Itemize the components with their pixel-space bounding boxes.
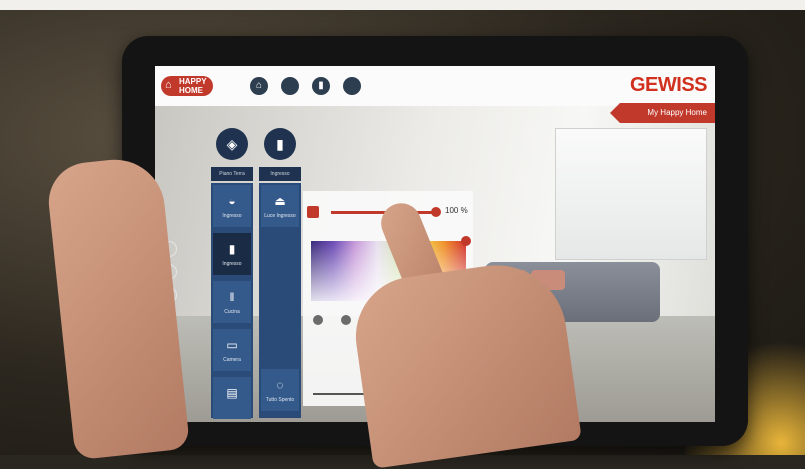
list-item[interactable]: ◌ Tutto Spento [261, 369, 299, 411]
right-hand [348, 256, 582, 469]
location-ribbon[interactable]: My Happy Home [610, 103, 715, 123]
door-icon[interactable]: ▮ [264, 128, 296, 160]
column-header-floor[interactable]: Piano Terra [211, 167, 253, 181]
brand-logo: GEWISS [629, 74, 708, 96]
list-item-label: Cucina [224, 309, 240, 315]
list-item[interactable]: ⏏ Luce Ingresso [261, 185, 299, 227]
door-icon[interactable]: ▮ [312, 77, 330, 95]
home-icon[interactable]: ⌂ [250, 77, 268, 95]
ceiling-lamp-icon: ⏏ [274, 194, 286, 208]
lamp-icon: ◒ [228, 194, 236, 208]
column-header-room[interactable]: Ingresso [259, 167, 301, 181]
app-top-bar: ⌂ HAPPY HOME ⌂ ▮ GEWISS [155, 66, 715, 106]
list-item[interactable]: ◒ Ingresso [213, 185, 251, 227]
logo-line-2: HOME [179, 86, 203, 95]
shutter-icon: ▤ [226, 386, 238, 400]
happy-home-logo[interactable]: ⌂ HAPPY HOME [161, 76, 213, 96]
preset-color-dot[interactable] [313, 315, 323, 325]
brightness-value: 100 % [445, 206, 468, 215]
list-item[interactable]: ▭ Camera [213, 329, 251, 371]
list-item-label: Ingresso [222, 213, 242, 219]
list-item[interactable]: ▤ [213, 377, 251, 419]
brightness-slider-handle[interactable] [431, 207, 441, 217]
list-item-label: Ingresso [222, 261, 242, 267]
devices-column: ⏏ Luce Ingresso ◌ Tutto Spento [259, 183, 301, 418]
floors-icon[interactable]: ◈ [216, 128, 248, 160]
circle-icon[interactable] [343, 77, 361, 95]
color-swatch[interactable] [307, 206, 319, 218]
house-icon: ⌂ [165, 79, 172, 91]
cutlery-icon: ǁ [229, 290, 235, 304]
list-item-label: Tutto Spento [265, 397, 295, 403]
top-strip [0, 0, 805, 10]
light-icon: ▮ [228, 242, 236, 256]
room-window [555, 128, 707, 260]
list-item-label: Luce Ingresso [264, 213, 296, 219]
list-item[interactable]: ǁ Cucina [213, 281, 251, 323]
color-picker-handle[interactable] [461, 236, 471, 246]
preset-color-dot[interactable] [341, 315, 351, 325]
circle-icon[interactable] [281, 77, 299, 95]
list-item[interactable]: ▮ Ingresso [213, 233, 251, 275]
logo-line-1: HAPPY [179, 77, 207, 86]
rooms-column: ◒ Ingresso ▮ Ingresso ǁ Cucina ▭ Camera … [211, 183, 253, 419]
bed-icon: ▭ [226, 338, 238, 352]
power-icon: ◌ [276, 378, 284, 392]
list-item-label: Camera [223, 357, 241, 363]
